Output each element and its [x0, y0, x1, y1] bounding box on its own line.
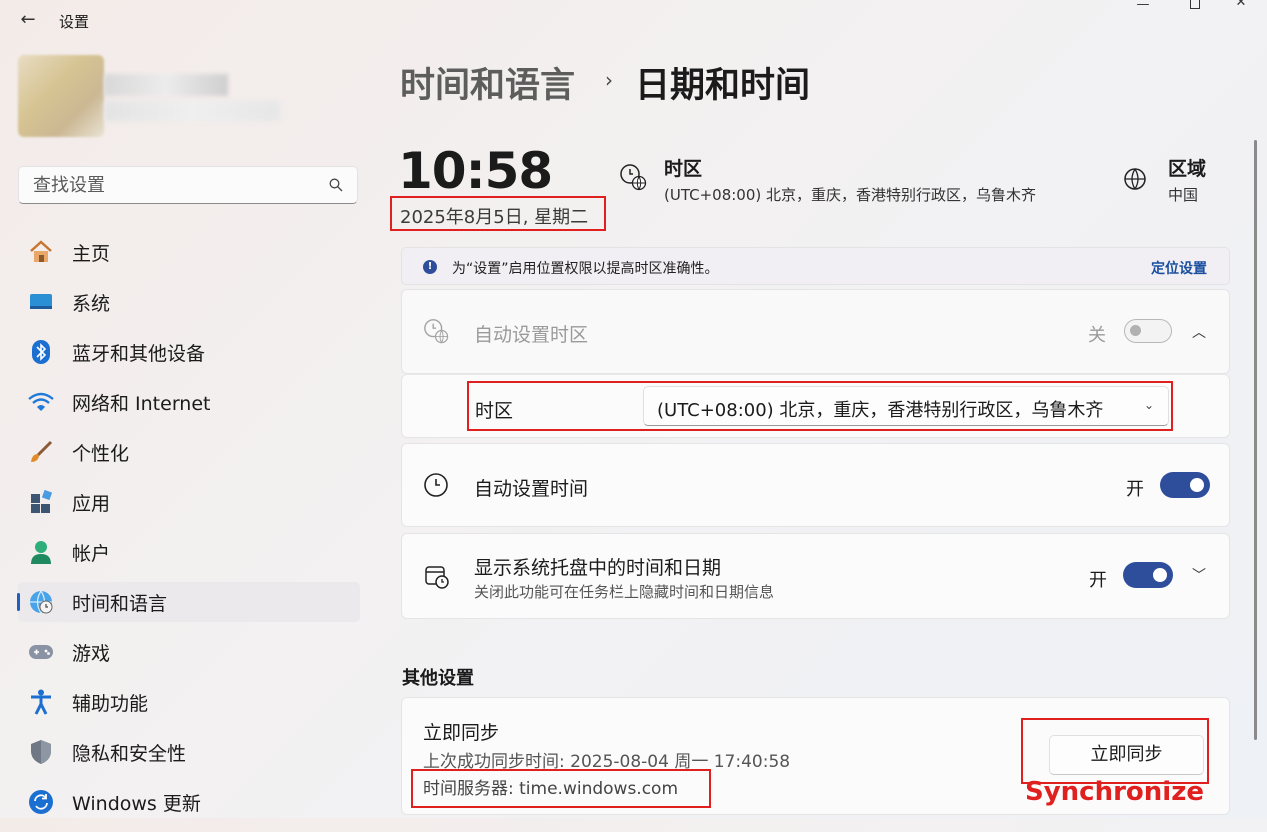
gamepad-icon: [28, 639, 54, 665]
sidebar-item-label: Windows 更新: [72, 792, 201, 815]
update-icon: [28, 789, 54, 815]
tray-time-state: 开: [1089, 570, 1107, 591]
timezone-value: (UTC+08:00) 北京，重庆，香港特别行政区，乌鲁木齐: [664, 186, 1037, 204]
arrow-left-icon: ←: [20, 8, 36, 30]
server-highlight-box: [411, 769, 711, 808]
region-value: 中国: [1168, 186, 1199, 204]
sidebar-item-personalization[interactable]: 个性化: [18, 432, 360, 472]
auto-time-toggle[interactable]: [1160, 472, 1210, 498]
minimize-icon: —: [1136, 0, 1150, 12]
tray-time-toggle[interactable]: [1123, 562, 1173, 588]
region-title: 区域: [1168, 158, 1207, 180]
sidebar-item-bluetooth[interactable]: 蓝牙和其他设备: [18, 332, 360, 372]
breadcrumb-parent[interactable]: 时间和语言: [400, 57, 575, 108]
auto-timezone-state: 关: [1088, 325, 1106, 346]
search-box[interactable]: [18, 166, 358, 204]
sync-title: 立即同步: [423, 722, 500, 744]
app-title: 设置: [59, 13, 90, 31]
other-settings-heading: 其他设置: [402, 668, 474, 689]
sidebar-item-system[interactable]: 系统: [18, 282, 360, 322]
current-time: 10:58: [398, 142, 553, 200]
sidebar-item-time-language[interactable]: 时间和语言: [17, 582, 360, 622]
sidebar-item-label: 帐户: [72, 542, 111, 565]
brush-icon: [28, 439, 54, 465]
date-highlight-box: [390, 196, 606, 231]
bluetooth-icon: [28, 339, 54, 365]
chevron-up-icon[interactable]: ︿: [1192, 322, 1206, 342]
sidebar-item-gaming[interactable]: 游戏: [18, 632, 360, 672]
sidebar-item-label: 蓝牙和其他设备: [72, 342, 206, 365]
sidebar-item-label: 系统: [72, 292, 111, 315]
search-input[interactable]: [31, 174, 315, 197]
home-icon: [28, 239, 54, 265]
tray-time-description: 关闭此功能可在任务栏上隐藏时间和日期信息: [474, 583, 775, 601]
location-permission-banner: ! 为“设置”启用位置权限以提高时区准确性。 定位设置: [401, 247, 1230, 285]
page-title: 日期和时间: [635, 66, 811, 106]
close-icon: ✕: [1235, 0, 1247, 10]
maximize-icon: [1190, 0, 1200, 9]
search-icon[interactable]: [329, 178, 343, 192]
sidebar-item-label: 应用: [72, 492, 111, 515]
synchronize-annotation: Synchronize: [1025, 777, 1204, 807]
sidebar-item-home[interactable]: 主页: [18, 232, 360, 272]
sidebar-item-label: 网络和 Internet: [72, 392, 211, 415]
close-button[interactable]: ✕: [1226, 0, 1256, 12]
shield-icon: [28, 739, 54, 765]
sidebar-item-label: 辅助功能: [72, 692, 149, 715]
back-button[interactable]: ←: [14, 6, 42, 32]
scrollbar[interactable]: [1254, 140, 1257, 740]
auto-timezone-toggle[interactable]: [1124, 319, 1172, 343]
auto-time-state: 开: [1126, 479, 1144, 500]
accessibility-icon: [28, 689, 54, 715]
globe-icon: [1124, 168, 1146, 190]
sidebar-nav: 主页 系统 蓝牙和其他设备 网络和 Internet 个性化 应用 帐户 时间和…: [17, 232, 360, 832]
active-indicator: [17, 593, 20, 611]
sidebar-item-accessibility[interactable]: 辅助功能: [18, 682, 360, 722]
banner-text: 为“设置”启用位置权限以提高时区准确性。: [452, 261, 719, 277]
location-settings-link[interactable]: 定位设置: [1151, 258, 1207, 278]
display-icon: [28, 289, 54, 315]
timezone-title: 时区: [664, 158, 703, 180]
apps-icon: [28, 489, 54, 515]
auto-time-label: 自动设置时间: [474, 478, 589, 500]
calendar-clock-icon: [425, 566, 449, 589]
chevron-down-icon[interactable]: ﹀: [1192, 565, 1206, 585]
sidebar-item-privacy[interactable]: 隐私和安全性: [18, 732, 360, 772]
timezone-icon: [424, 319, 449, 344]
breadcrumb-separator: ›: [605, 68, 613, 92]
minimize-button[interactable]: —: [1128, 0, 1158, 14]
auto-timezone-label: 自动设置时区: [474, 324, 589, 346]
account-name-blurred: [104, 74, 228, 96]
sidebar-item-label: 主页: [72, 242, 111, 265]
sidebar-item-windows-update[interactable]: Windows 更新: [18, 782, 360, 822]
wifi-icon: [28, 389, 54, 415]
timezone-highlight-box: [467, 381, 1173, 431]
person-icon: [28, 539, 54, 565]
sidebar-item-label: 个性化: [72, 442, 130, 465]
maximize-button[interactable]: [1180, 0, 1210, 13]
sidebar-item-label: 游戏: [72, 642, 111, 665]
info-icon: !: [423, 260, 437, 274]
clock-icon: [424, 473, 448, 497]
tray-time-label: 显示系统托盘中的时间和日期: [474, 557, 722, 579]
sidebar-item-label: 隐私和安全性: [72, 742, 187, 765]
sidebar-item-network[interactable]: 网络和 Internet: [18, 382, 360, 422]
time-language-icon: [28, 589, 54, 615]
avatar[interactable]: [18, 55, 104, 137]
sidebar-item-label: 时间和语言: [72, 592, 168, 615]
account-email-blurred: [104, 101, 280, 121]
sync-highlight-box: [1021, 718, 1209, 784]
sidebar-item-accounts[interactable]: 帐户: [18, 532, 360, 572]
sidebar-item-apps[interactable]: 应用: [18, 482, 360, 522]
timezone-icon: [620, 164, 647, 191]
